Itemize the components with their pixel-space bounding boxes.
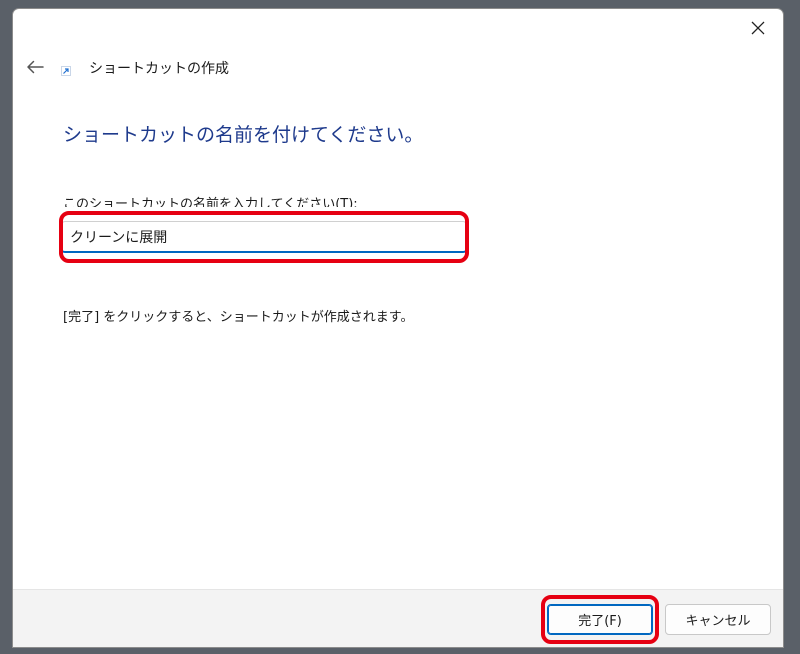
close-button[interactable] [741, 13, 775, 43]
arrow-left-icon [27, 60, 44, 74]
wizard-title: ショートカットの作成 [89, 61, 229, 77]
shortcut-icon [61, 66, 71, 76]
shortcut-name-input[interactable] [61, 221, 467, 253]
shortcut-wizard-window: ショートカットの作成 ショートカットの名前を付けてください。 このショートカット… [12, 8, 784, 648]
button-bar: 完了(F) キャンセル [13, 589, 783, 647]
back-button[interactable] [21, 53, 49, 81]
finish-info-text: [完了] をクリックすると、ショートカットが作成されます。 [63, 310, 414, 325]
page-heading: ショートカットの名前を付けてください。 [63, 124, 424, 146]
close-icon [751, 21, 765, 35]
finish-button[interactable]: 完了(F) [547, 604, 653, 635]
name-field-label: このショートカットの名前を入力してください(T): [63, 197, 358, 207]
cancel-button[interactable]: キャンセル [665, 604, 771, 635]
